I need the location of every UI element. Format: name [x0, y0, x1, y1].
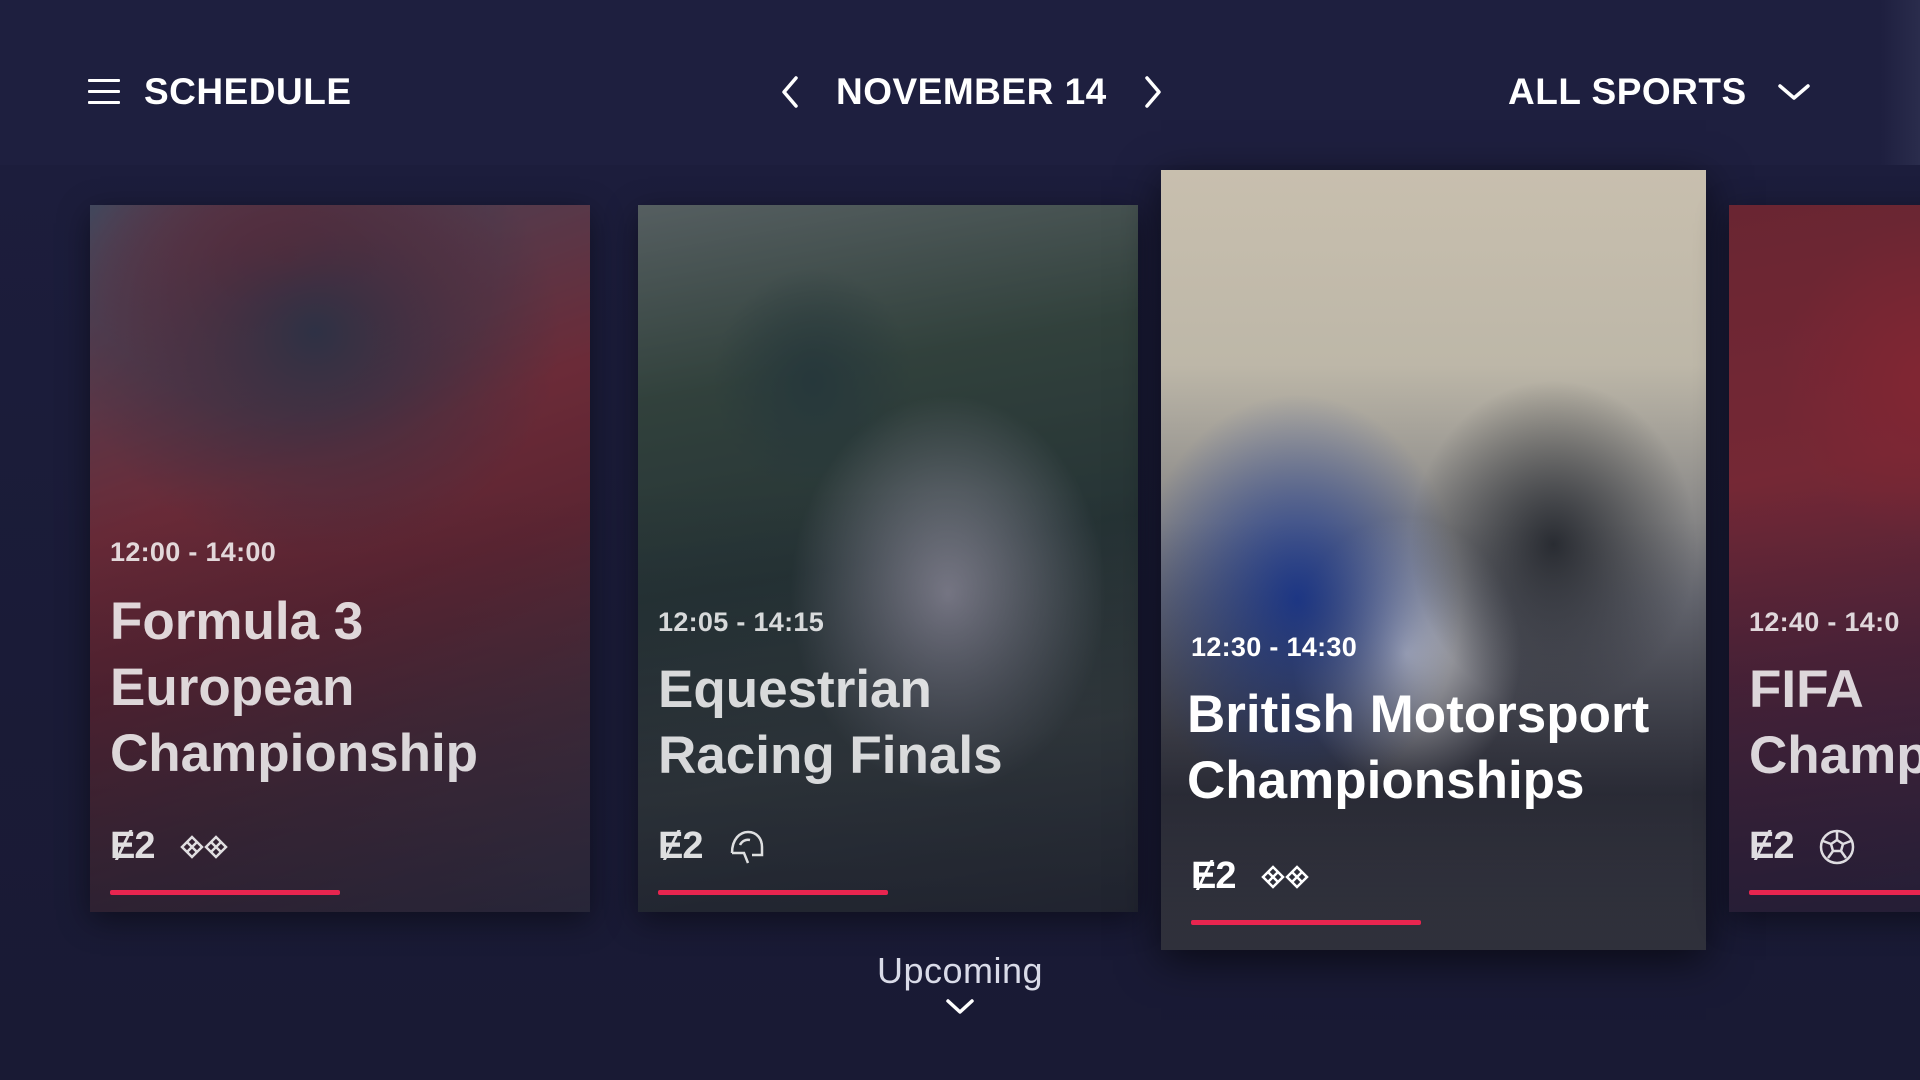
event-time: 12:05 - 14:15: [658, 607, 825, 637]
event-title: Formula 3 European Championship: [110, 592, 479, 783]
event-card-british-motorsport[interactable]: 12:30 - 14:30 British Motorsport Champio…: [1161, 170, 1706, 950]
upcoming-label: Upcoming: [876, 950, 1044, 991]
sports-filter-label: ALL SPORTS: [1508, 71, 1747, 112]
progress-bar: [1191, 920, 1421, 925]
hamburger-menu-icon: [88, 79, 120, 105]
channel-logo: Ɇ2: [1749, 825, 1794, 867]
progress-bar: [658, 890, 888, 895]
upcoming-section-button[interactable]: Upcoming: [860, 950, 1060, 1021]
schedule-title: SCHEDULE: [144, 71, 352, 112]
chevron-left-icon: [782, 76, 798, 108]
channel-logo: Ɇ2: [1191, 855, 1236, 897]
schedule-menu-button[interactable]: SCHEDULE: [88, 70, 352, 114]
channel-logo: Ɇ2: [110, 825, 155, 867]
event-title: FIFA Champ: [1749, 660, 1920, 785]
next-day-button[interactable]: [1133, 70, 1173, 114]
event-card-formula3[interactable]: 12:00 - 14:00 Formula 3 European Champio…: [90, 205, 590, 912]
date-navigator: NOVEMBER 14: [770, 68, 1173, 116]
event-card-equestrian[interactable]: 12:05 - 14:15 Equestrian Racing Finals Ɇ…: [638, 205, 1138, 912]
event-time: 12:00 - 14:00: [110, 537, 277, 567]
chevron-right-icon: [1144, 76, 1161, 108]
checkered-flags-icon: [178, 833, 230, 861]
current-date: NOVEMBER 14: [836, 71, 1107, 112]
channel-logo: Ɇ2: [658, 825, 703, 867]
progress-bar: [1749, 890, 1920, 895]
event-card-fifa[interactable]: 12:40 - 14:0 FIFA Champ Ɇ2: [1729, 205, 1920, 912]
chevron-down-icon: [946, 999, 974, 1014]
event-title: Equestrian Racing Finals: [658, 660, 1003, 785]
schedule-screen: SCHEDULE NOVEMBER 14 ALL SPORTS 12:00 - …: [0, 0, 1920, 1080]
previous-day-button[interactable]: [770, 70, 810, 114]
progress-bar: [110, 890, 340, 895]
event-time: 12:30 - 14:30: [1191, 632, 1358, 662]
riding-helmet-icon: [726, 827, 766, 867]
soccer-ball-icon: [1817, 827, 1857, 867]
event-time: 12:40 - 14:0: [1749, 607, 1900, 637]
checkered-flags-icon: [1259, 863, 1311, 891]
sports-filter-dropdown[interactable]: ALL SPORTS: [1508, 68, 1811, 116]
event-title: British Motorsport Championships: [1187, 685, 1650, 810]
edge-fade: [1880, 0, 1920, 165]
top-bar: SCHEDULE NOVEMBER 14 ALL SPORTS: [0, 0, 1920, 165]
chevron-down-icon: [1777, 84, 1810, 100]
